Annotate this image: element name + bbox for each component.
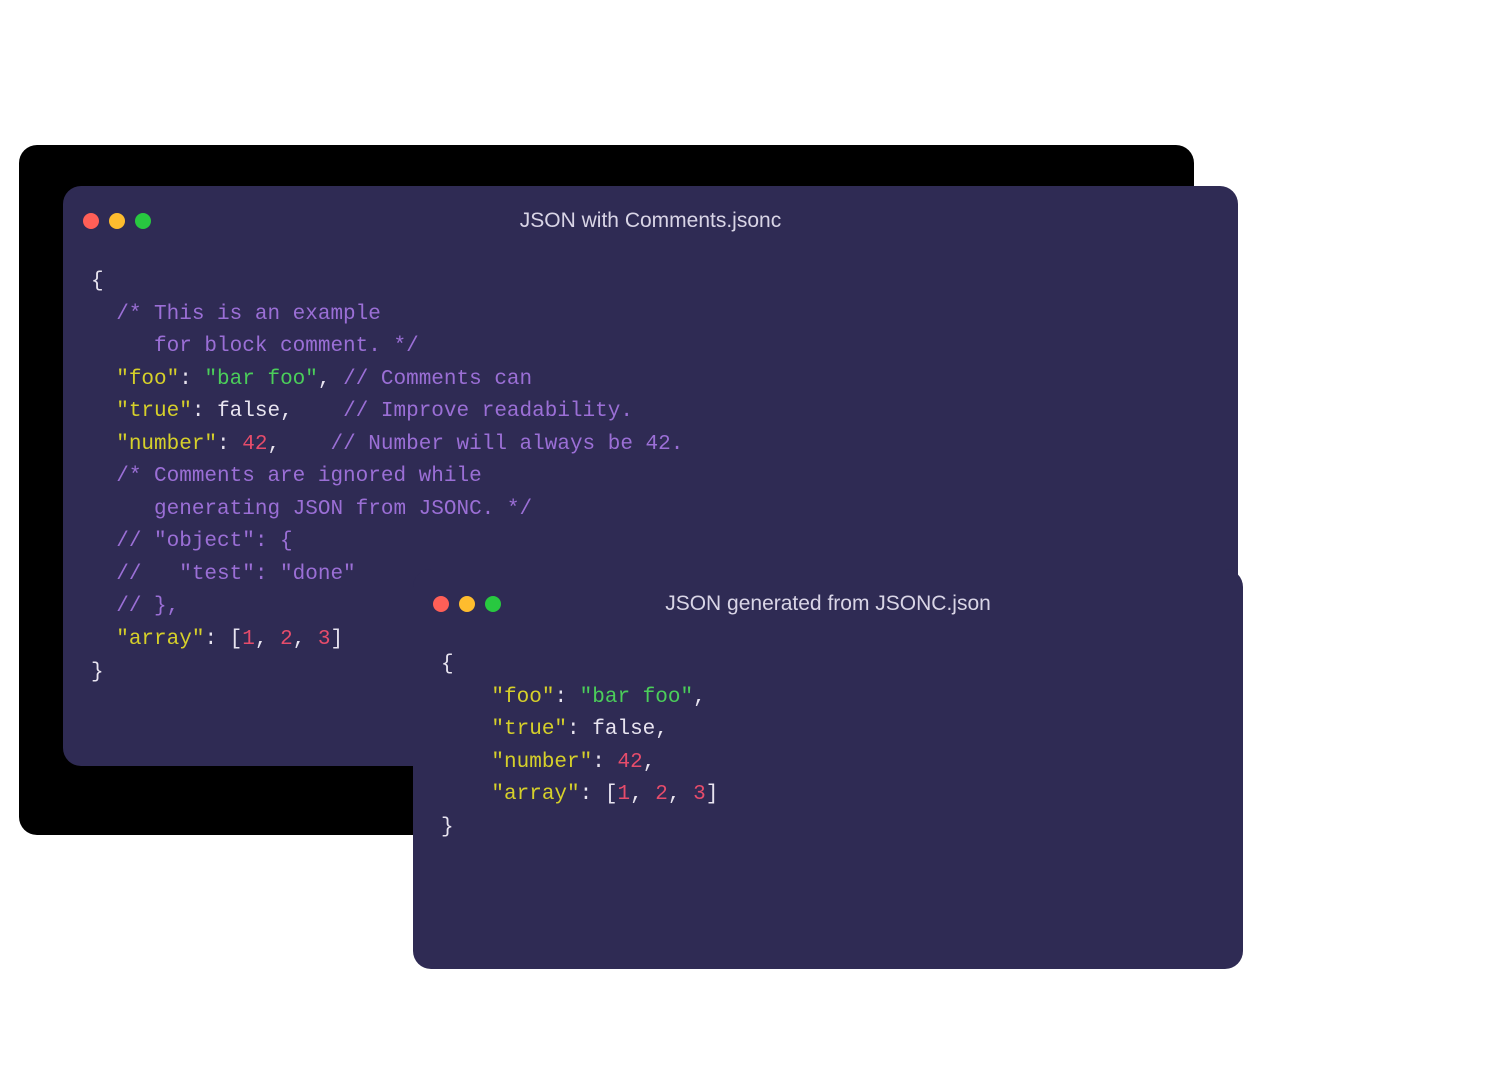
token-comment: generating JSON from JSONC. */ [116,498,532,521]
token-punct [91,498,116,521]
token-comment: // "test": "done" [116,563,355,586]
token-key: "foo" [116,368,179,391]
code-line: "foo": "bar foo", // Comments can [91,364,1210,397]
token-punct: : [ [204,628,242,651]
token-punct [441,751,491,774]
token-punct [91,628,116,651]
token-punct [91,335,116,358]
zoom-icon[interactable] [135,213,151,229]
code-line: { [441,649,1215,682]
token-comment: // Comments can [343,368,532,391]
token-key: "array" [116,628,204,651]
code-line: { [91,266,1210,299]
code-line: "true": false, [441,714,1215,747]
token-punct [91,433,116,456]
token-comment: // Number will always be 42. [331,433,684,456]
token-punct: , [293,628,318,651]
token-comment: for block comment. */ [116,335,418,358]
window-title: JSON with Comments.jsonc [63,209,1238,233]
token-bool: false [592,718,655,741]
token-punct: : [ [580,783,618,806]
token-punct: { [441,653,454,676]
token-punct: , [630,783,655,806]
titlebar: JSON generated from JSONC.json [413,579,1243,629]
token-number: 1 [617,783,630,806]
token-comment: /* This is an example [116,303,381,326]
token-comment: // Improve readability. [343,400,633,423]
token-punct [441,783,491,806]
token-number: 1 [242,628,255,651]
token-punct: : [567,718,592,741]
code-line: /* Comments are ignored while [91,461,1210,494]
token-key: "true" [116,400,192,423]
token-punct [91,563,116,586]
titlebar: JSON with Comments.jsonc [63,196,1238,246]
token-punct: : [554,686,579,709]
token-punct: , [655,718,668,741]
code-line: } [441,812,1215,845]
token-number: 42 [242,433,267,456]
traffic-lights [83,213,151,229]
code-line: generating JSON from JSONC. */ [91,494,1210,527]
code-line: "foo": "bar foo", [441,682,1215,715]
close-icon[interactable] [83,213,99,229]
token-punct: ] [706,783,719,806]
token-punct: , [280,400,343,423]
token-comment: /* Comments are ignored while [116,465,481,488]
token-punct: : [217,433,242,456]
code-line: "true": false, // Improve readability. [91,396,1210,429]
traffic-lights [433,596,501,612]
token-punct: ] [331,628,344,651]
token-comment: // }, [116,595,179,618]
token-number: 2 [655,783,668,806]
token-comment: // "object": { [116,530,292,553]
token-number: 42 [617,751,642,774]
token-punct: } [91,661,104,684]
code-line: for block comment. */ [91,331,1210,364]
code-line: /* This is an example [91,299,1210,332]
code-line: // "object": { [91,526,1210,559]
canvas: JSON with Comments.jsonc { /* This is an… [0,0,1488,1081]
code-block: { "foo": "bar foo", "true": false, "numb… [413,629,1243,872]
token-punct: , [668,783,693,806]
token-punct: : [592,751,617,774]
close-icon[interactable] [433,596,449,612]
code-line: "array": [1, 2, 3] [441,779,1215,812]
minimize-icon[interactable] [109,213,125,229]
token-punct [91,530,116,553]
token-punct: , [318,368,343,391]
minimize-icon[interactable] [459,596,475,612]
token-bool: false [217,400,280,423]
token-punct: , [643,751,656,774]
token-punct [441,686,491,709]
code-line: "number": 42, [441,747,1215,780]
token-key: "true" [491,718,567,741]
token-punct [91,400,116,423]
token-punct: : [192,400,217,423]
token-number: 3 [693,783,706,806]
token-punct: , [693,686,706,709]
token-punct [441,718,491,741]
token-number: 2 [280,628,293,651]
token-punct: , [267,433,330,456]
zoom-icon[interactable] [485,596,501,612]
token-punct [91,303,116,326]
token-punct: , [255,628,280,651]
code-window-json: JSON generated from JSONC.json { "foo": … [413,569,1243,969]
token-punct: } [441,816,454,839]
code-line: "number": 42, // Number will always be 4… [91,429,1210,462]
token-string: "bar foo" [204,368,317,391]
token-punct [91,368,116,391]
token-number: 3 [318,628,331,651]
token-punct: { [91,270,104,293]
token-punct [91,465,116,488]
token-punct: : [179,368,204,391]
window-title: JSON generated from JSONC.json [413,592,1243,616]
token-key: "number" [491,751,592,774]
token-string: "bar foo" [580,686,693,709]
token-punct [91,595,116,618]
token-key: "number" [116,433,217,456]
token-key: "array" [491,783,579,806]
token-key: "foo" [491,686,554,709]
